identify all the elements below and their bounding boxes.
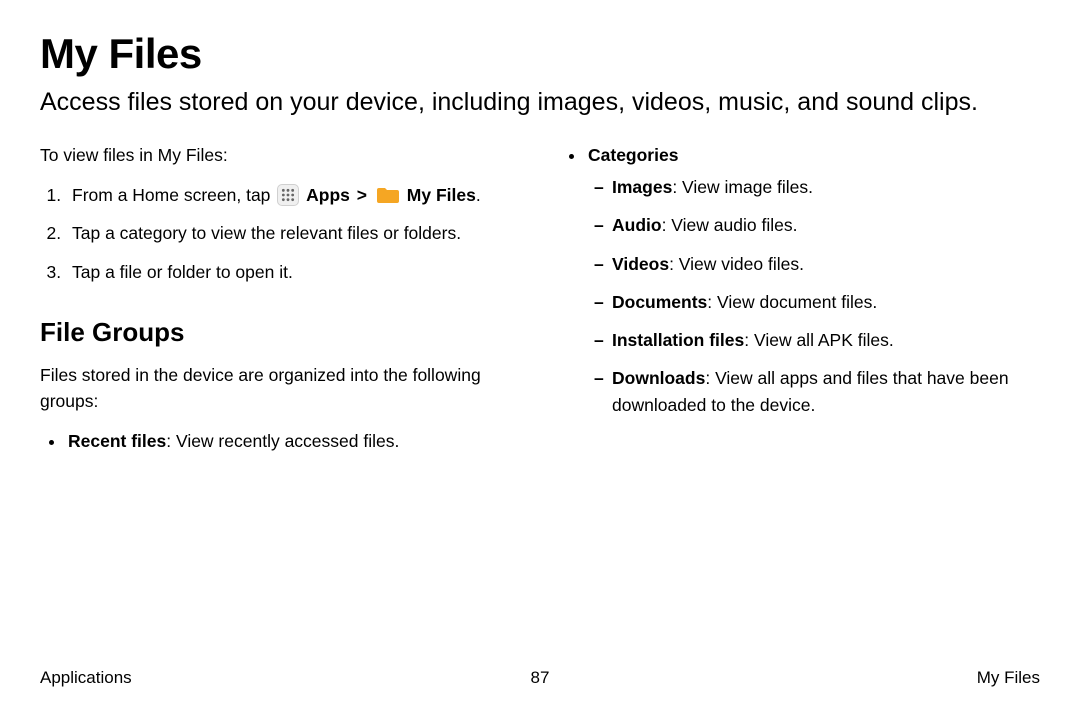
steps-list: From a Home screen, tap Apps > <box>40 182 520 285</box>
list-item: Categories Images: View image files. Aud… <box>586 142 1040 418</box>
page-footer: Applications 87 My Files <box>40 668 1040 688</box>
list-item: Installation files: View all APK files. <box>594 327 1040 353</box>
install-desc: : View all APK files. <box>744 330 893 350</box>
documents-desc: : View document files. <box>707 292 877 312</box>
folder-icon <box>376 184 400 206</box>
install-label: Installation files <box>612 330 744 350</box>
categories-label: Categories <box>588 145 678 165</box>
file-groups-list: Recent files: View recently accessed fil… <box>40 428 520 454</box>
documents-label: Documents <box>612 292 707 312</box>
step-3: Tap a file or folder to open it. <box>66 259 520 285</box>
right-column: Categories Images: View image files. Aud… <box>560 142 1040 467</box>
two-column-layout: To view files in My Files: From a Home s… <box>40 142 1040 467</box>
step-2: Tap a category to view the relevant file… <box>66 220 520 246</box>
footer-right: My Files <box>977 668 1040 688</box>
audio-label: Audio <box>612 215 662 235</box>
file-groups-heading: File Groups <box>40 313 520 352</box>
categories-list: Categories Images: View image files. Aud… <box>560 142 1040 418</box>
list-item: Documents: View document files. <box>594 289 1040 315</box>
intro-text: To view files in My Files: <box>40 142 520 168</box>
list-item: Downloads: View all apps and files that … <box>594 365 1040 418</box>
images-label: Images <box>612 177 672 197</box>
videos-desc: : View video files. <box>669 254 804 274</box>
audio-desc: : View audio files. <box>662 215 798 235</box>
list-item: Videos: View video files. <box>594 251 1040 277</box>
list-item: Audio: View audio files. <box>594 212 1040 238</box>
step-1-suffix: . <box>476 185 481 205</box>
footer-page-number: 87 <box>531 668 550 688</box>
list-item: Images: View image files. <box>594 174 1040 200</box>
apps-grid-icon <box>277 184 299 206</box>
page-subtitle: Access files stored on your device, incl… <box>40 86 1040 120</box>
page-title: My Files <box>40 30 1040 78</box>
left-column: To view files in My Files: From a Home s… <box>40 142 520 467</box>
recent-files-desc: : View recently accessed files. <box>166 431 399 451</box>
my-files-label: My Files <box>407 185 476 205</box>
breadcrumb-chevron: > <box>357 185 367 205</box>
downloads-label: Downloads <box>612 368 705 388</box>
recent-files-label: Recent files <box>68 431 166 451</box>
apps-label: Apps <box>306 185 350 205</box>
step-1-prefix: From a Home screen, tap <box>72 185 275 205</box>
file-groups-para: Files stored in the device are organized… <box>40 362 520 415</box>
footer-left: Applications <box>40 668 132 688</box>
categories-sublist: Images: View image files. Audio: View au… <box>588 174 1040 418</box>
videos-label: Videos <box>612 254 669 274</box>
page-content: My Files Access files stored on your dev… <box>0 0 1080 467</box>
step-1: From a Home screen, tap Apps > <box>66 182 520 208</box>
list-item: Recent files: View recently accessed fil… <box>66 428 520 454</box>
images-desc: : View image files. <box>672 177 813 197</box>
